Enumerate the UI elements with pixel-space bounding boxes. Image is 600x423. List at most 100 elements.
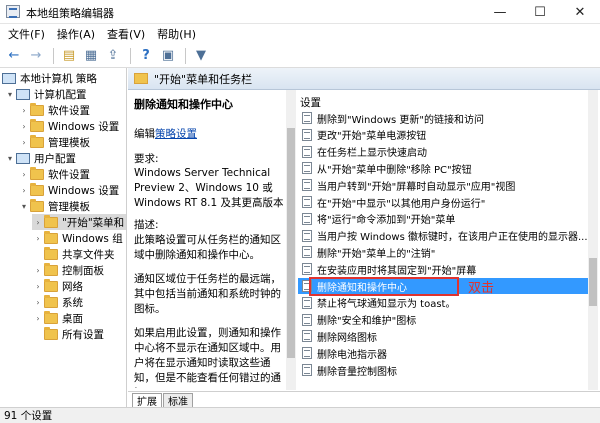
menu-bar: 文件(F) 操作(A) 查看(V) 帮助(H)	[0, 24, 600, 44]
tree-item-control-panel[interactable]: › 控制面板	[32, 262, 104, 278]
close-button[interactable]: ✕	[560, 0, 600, 24]
folder-icon	[134, 73, 148, 84]
requirements-label: 要求:	[134, 153, 159, 165]
policy-setting-icon	[302, 364, 312, 376]
up-folder-icon[interactable]: ▤	[59, 46, 79, 66]
policy-setting-row[interactable]: 当用户转到"开始"屏幕时自动显示"应用"视图	[298, 177, 588, 193]
description-label: 描述:	[134, 219, 159, 231]
list-scroll-thumb[interactable]	[589, 258, 597, 306]
collapse-chevron-icon[interactable]: ›	[18, 186, 30, 195]
menu-help[interactable]: 帮助(H)	[155, 26, 206, 42]
folder-icon	[44, 214, 58, 228]
collapse-chevron-icon[interactable]: ›	[18, 170, 30, 179]
collapse-chevron-icon[interactable]: ›	[18, 138, 30, 147]
tree-item-uc-software[interactable]: › 软件设置	[18, 166, 90, 182]
column-header-setting[interactable]: 设置	[300, 95, 321, 110]
toolbar-separator	[53, 47, 54, 64]
policy-setting-label: 删除"安全和维护"图标	[317, 316, 417, 328]
tree-item-uc-admin[interactable]: ▾ 管理模板	[18, 198, 90, 214]
description-scrollbar[interactable]	[286, 90, 296, 390]
expand-chevron-icon[interactable]: ▾	[18, 202, 30, 211]
policy-setting-row[interactable]: 删除"开始"菜单上的"注销"	[298, 244, 588, 260]
policy-setting-row[interactable]: 禁止将气球通知显示为 toast。	[298, 295, 588, 311]
policy-setting-row[interactable]: 在安装应用时将其固定到"开始"屏幕	[298, 261, 588, 277]
filter-icon[interactable]: ▼	[191, 46, 211, 66]
menu-view[interactable]: 查看(V)	[105, 26, 155, 42]
collapse-chevron-icon[interactable]: ›	[32, 282, 44, 291]
toolbar-separator	[130, 47, 131, 64]
folder-icon	[44, 278, 58, 292]
properties-icon[interactable]: ▣	[158, 46, 178, 66]
menu-action[interactable]: 操作(A)	[55, 26, 105, 42]
policy-setting-row[interactable]: 从"开始"菜单中删除"移除 PC"按钮	[298, 160, 588, 176]
status-bar: 91 个设置	[0, 407, 600, 423]
folder-icon	[44, 262, 58, 276]
user-icon	[16, 152, 30, 164]
description-text-3: 如果启用此设置，则通知和操作中心将不显示在通知区域中。用户将在显示通知时读取这些…	[134, 327, 281, 388]
tree-item-desktop[interactable]: › 桌面	[32, 310, 83, 326]
tree-item-computer-config[interactable]: ▾ 计算机配置	[4, 86, 87, 102]
tree-item-shared-folders[interactable]: 共享文件夹	[32, 246, 115, 262]
navigation-tree: 本地计算机 策略 ▾ 计算机配置 › 软件设置 › Windows 设置 › 管…	[0, 68, 127, 407]
tab-extended[interactable]: 扩展	[132, 393, 162, 408]
policy-setting-row[interactable]: 删除音量控制图标	[298, 362, 588, 378]
policy-setting-row[interactable]: 在"开始"中显示"以其他用户身份运行"	[298, 194, 588, 210]
policy-setting-row[interactable]: 删除电池指示器	[298, 345, 588, 361]
tree-item-all-settings[interactable]: 所有设置	[32, 326, 104, 342]
tree-item-system[interactable]: › 系统	[32, 294, 83, 310]
folder-icon	[30, 134, 44, 148]
view-tabs: 扩展 标准	[128, 391, 600, 408]
collapse-chevron-icon[interactable]: ›	[32, 218, 44, 227]
policy-setting-row[interactable]: 更改"开始"菜单电源按钮	[298, 127, 588, 143]
description-scroll-thumb[interactable]	[287, 128, 295, 358]
toolbar-separator	[185, 47, 186, 64]
tree-item-cc-admin[interactable]: › 管理模板	[18, 134, 90, 150]
collapse-chevron-icon[interactable]: ›	[32, 298, 44, 307]
collapse-chevron-icon[interactable]: ›	[32, 314, 44, 323]
collapse-chevron-icon[interactable]: ›	[18, 122, 30, 131]
menu-file[interactable]: 文件(F)	[6, 26, 55, 42]
policy-setting-row[interactable]: 删除"安全和维护"图标	[298, 312, 588, 328]
policy-setting-row[interactable]: 删除网络图标	[298, 328, 588, 344]
collapse-chevron-icon[interactable]: ›	[32, 234, 44, 243]
tree-item-root[interactable]: 本地计算机 策略	[2, 70, 97, 86]
policy-setting-icon	[302, 246, 312, 259]
tree-item-windows-components[interactable]: › Windows 组	[32, 230, 123, 246]
folder-icon	[30, 198, 44, 212]
forward-arrow-icon[interactable]: →	[26, 46, 46, 66]
folder-icon	[30, 102, 44, 116]
collapse-chevron-icon[interactable]: ›	[18, 106, 30, 115]
tab-standard[interactable]: 标准	[163, 393, 193, 408]
maximize-button[interactable]: ☐	[520, 0, 560, 24]
tree-item-cc-windows[interactable]: › Windows 设置	[18, 118, 119, 134]
edit-policy-link[interactable]: 策略设置	[155, 128, 197, 140]
policy-setting-row[interactable]: 将"运行"命令添加到"开始"菜单	[298, 211, 588, 227]
policy-setting-label: 当用户转到"开始"屏幕时自动显示"应用"视图	[317, 181, 516, 193]
policy-setting-row[interactable]: 在任务栏上显示快速启动	[298, 144, 588, 160]
back-arrow-icon[interactable]: ←	[4, 46, 24, 66]
tree-item-cc-software[interactable]: › 软件设置	[18, 102, 90, 118]
collapse-chevron-icon[interactable]: ›	[32, 266, 44, 275]
expand-chevron-icon[interactable]: ▾	[4, 154, 16, 163]
folder-icon	[30, 166, 44, 180]
tree-item-start-menu[interactable]: › "开始"菜单和	[32, 214, 126, 230]
policy-setting-label: 删除音量控制图标	[317, 366, 397, 378]
policy-setting-row[interactable]: 删除到"Windows 更新"的链接和访问	[298, 110, 588, 126]
show-tree-icon[interactable]: ▦	[81, 46, 101, 66]
policy-setting-label: 将"运行"命令添加到"开始"菜单	[317, 215, 456, 227]
tree-item-network[interactable]: › 网络	[32, 278, 83, 294]
tree-item-uc-windows[interactable]: › Windows 设置	[18, 182, 119, 198]
folder-icon	[30, 118, 44, 132]
export-list-icon[interactable]: ⇪	[103, 46, 123, 66]
tree-item-user-config[interactable]: ▾ 用户配置	[4, 150, 76, 166]
minimize-button[interactable]: —	[480, 0, 520, 24]
policy-setting-label: 删除"开始"菜单上的"注销"	[317, 248, 436, 260]
policy-setting-row[interactable]: 当用户按 Windows 徽标键时，在该用户正在使用的显示器...	[298, 228, 588, 244]
policy-setting-icon	[302, 179, 312, 192]
help-icon[interactable]: ?	[136, 46, 156, 66]
policy-setting-label: 当用户按 Windows 徽标键时，在该用户正在使用的显示器...	[317, 232, 588, 244]
expand-chevron-icon[interactable]: ▾	[4, 90, 16, 99]
description-text-2: 通知区域位于任务栏的最远端，其中包括当前通知和系统时钟的图标。	[134, 273, 281, 315]
policy-setting-label: 禁止将气球通知显示为 toast。	[317, 299, 456, 311]
list-scrollbar[interactable]	[588, 90, 598, 390]
